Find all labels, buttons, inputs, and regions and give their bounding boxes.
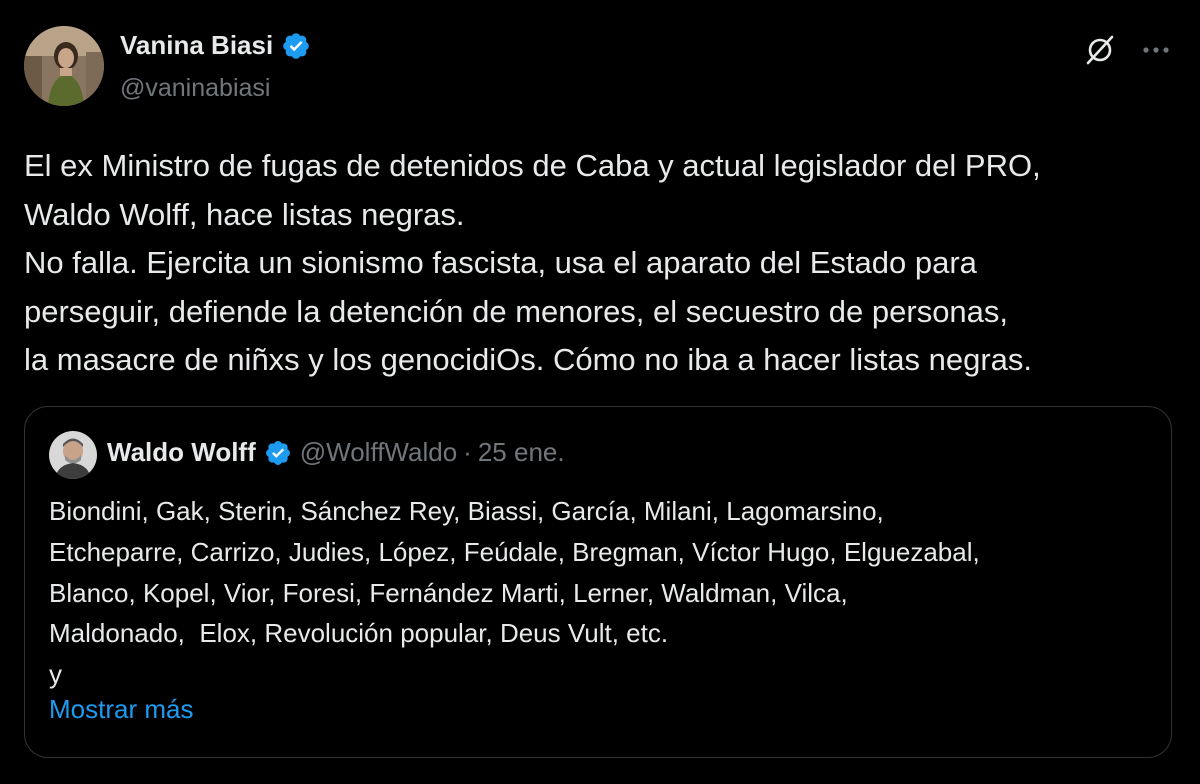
tweet-text-line: perseguir, defiende la detención de meno… — [24, 293, 1009, 329]
tweet-text-line: El ex Ministro de fugas de detenidos de … — [24, 148, 1041, 183]
more-horizontal-icon[interactable] — [1136, 30, 1176, 70]
tweet-text-line: No falla. Ejercita un sionismo fascista,… — [24, 245, 977, 280]
author-display-name[interactable]: Vanina Biasi — [120, 30, 273, 61]
quoted-display-name[interactable]: Waldo Wolff — [107, 437, 256, 468]
dot-separator: · — [463, 437, 472, 467]
quoted-text-line: y — [49, 659, 62, 690]
tweet-text: El ex Ministro de fugas de detenidos de … — [24, 142, 1184, 385]
quoted-tweet[interactable]: Waldo Wolff @WolffWaldo · 25 ene. Biondi… — [24, 406, 1172, 758]
quoted-text-line: Etcheparre, Carrizo, Judies, López, Feúd… — [49, 536, 980, 567]
quoted-text-line: Blanco, Kopel, Vior, Foresi, Fernández M… — [49, 577, 848, 608]
quoted-tweet-text: Biondini, Gak, Sterin, Sánchez Rey, Bias… — [49, 491, 1149, 695]
tweet-card: Vanina Biasi @vaninabiasi El ex Ministro… — [0, 0, 1200, 784]
verified-badge-icon[interactable] — [281, 31, 311, 61]
quoted-author-avatar[interactable] — [49, 431, 97, 479]
quoted-handle[interactable]: @WolffWaldo — [300, 437, 457, 468]
quoted-text-line: Biondini, Gak, Sterin, Sánchez Rey, Bias… — [49, 496, 884, 526]
quoted-text-line: Maldonado, Elox, Revolución popular, Deu… — [49, 618, 669, 649]
tweet-text-line: Waldo Wolff, hace listas negras. — [24, 196, 465, 232]
grok-icon[interactable] — [1080, 30, 1120, 70]
quoted-timestamp[interactable]: 25 ene. — [478, 437, 565, 468]
verified-badge-icon[interactable] — [264, 439, 292, 467]
tweet-text-line: la masacre de niñxs y los genocidiOs. Có… — [24, 342, 1032, 377]
show-more-link[interactable]: Mostrar más — [49, 694, 193, 725]
author-avatar[interactable] — [24, 26, 104, 106]
author-handle[interactable]: @vaninabiasi — [120, 74, 270, 103]
